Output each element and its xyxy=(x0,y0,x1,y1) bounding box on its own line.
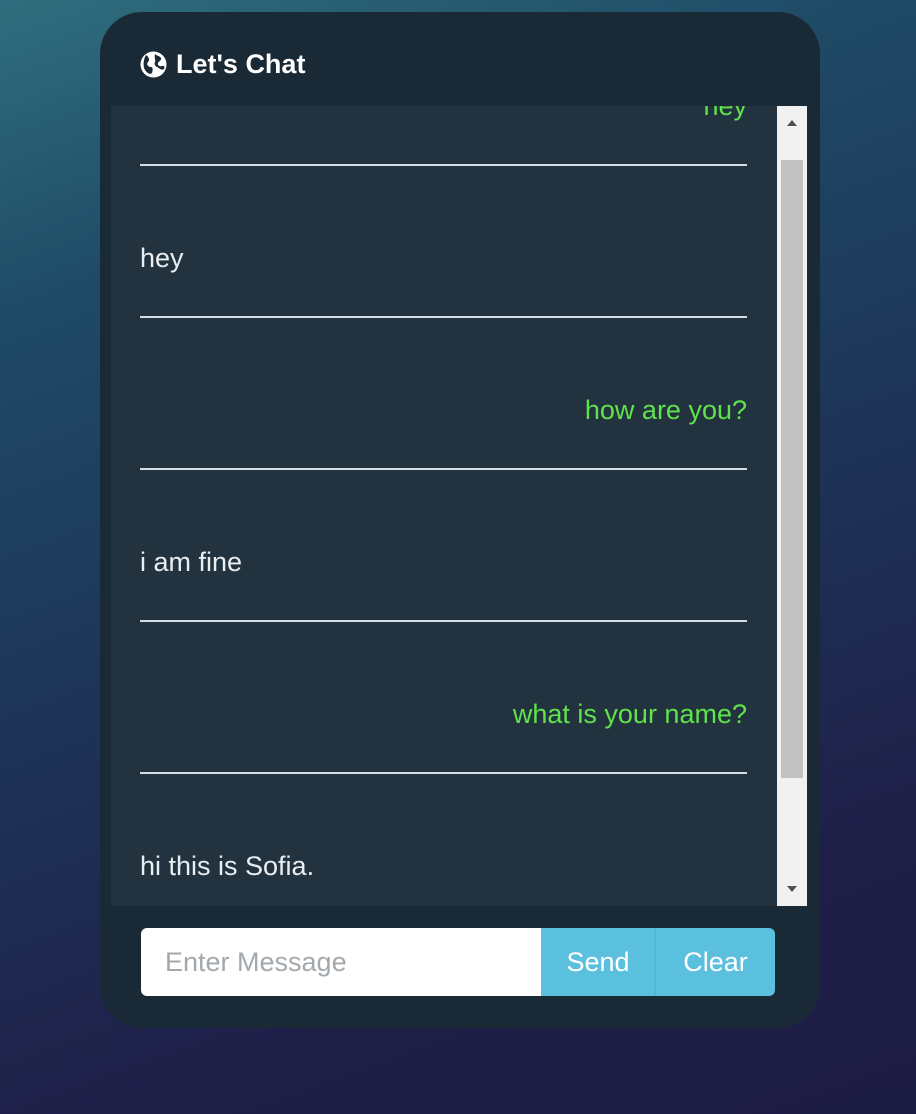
message-divider xyxy=(140,620,747,622)
scroll-down-arrow-icon[interactable] xyxy=(777,874,807,906)
message-text: how are you? xyxy=(584,395,747,425)
message-input[interactable] xyxy=(141,928,541,996)
clear-button[interactable]: Clear xyxy=(656,928,775,996)
chat-message: i am fine xyxy=(140,542,747,694)
message-divider xyxy=(140,468,747,470)
message-divider xyxy=(140,164,747,166)
chat-message: hey xyxy=(140,238,747,390)
message-divider xyxy=(140,772,747,774)
message-text: hi this is Sofia. xyxy=(140,851,315,881)
send-button[interactable]: Send xyxy=(541,928,656,996)
message-text: hey xyxy=(703,106,747,121)
chat-message: what is your name? xyxy=(140,694,747,846)
message-text: i am fine xyxy=(140,547,243,577)
chat-message: hey xyxy=(140,106,747,238)
globe-icon xyxy=(140,51,167,78)
chat-panel: Let's Chat hey hey how are you? i am fin… xyxy=(100,12,820,1028)
message-composer: Send Clear xyxy=(141,928,775,996)
chat-title: Let's Chat xyxy=(176,49,306,79)
chat-message: hi this is Sofia. xyxy=(140,846,747,906)
chat-header: Let's Chat xyxy=(100,12,820,105)
chat-message: how are you? xyxy=(140,390,747,542)
message-text: what is your name? xyxy=(512,699,747,729)
scroll-up-arrow-icon[interactable] xyxy=(777,106,807,138)
messages-scrollbar[interactable] xyxy=(777,106,807,906)
message-text: hey xyxy=(140,243,184,273)
scrollbar-thumb[interactable] xyxy=(781,160,803,778)
messages-list[interactable]: hey hey how are you? i am fine what is y… xyxy=(111,106,777,906)
message-divider xyxy=(140,316,747,318)
